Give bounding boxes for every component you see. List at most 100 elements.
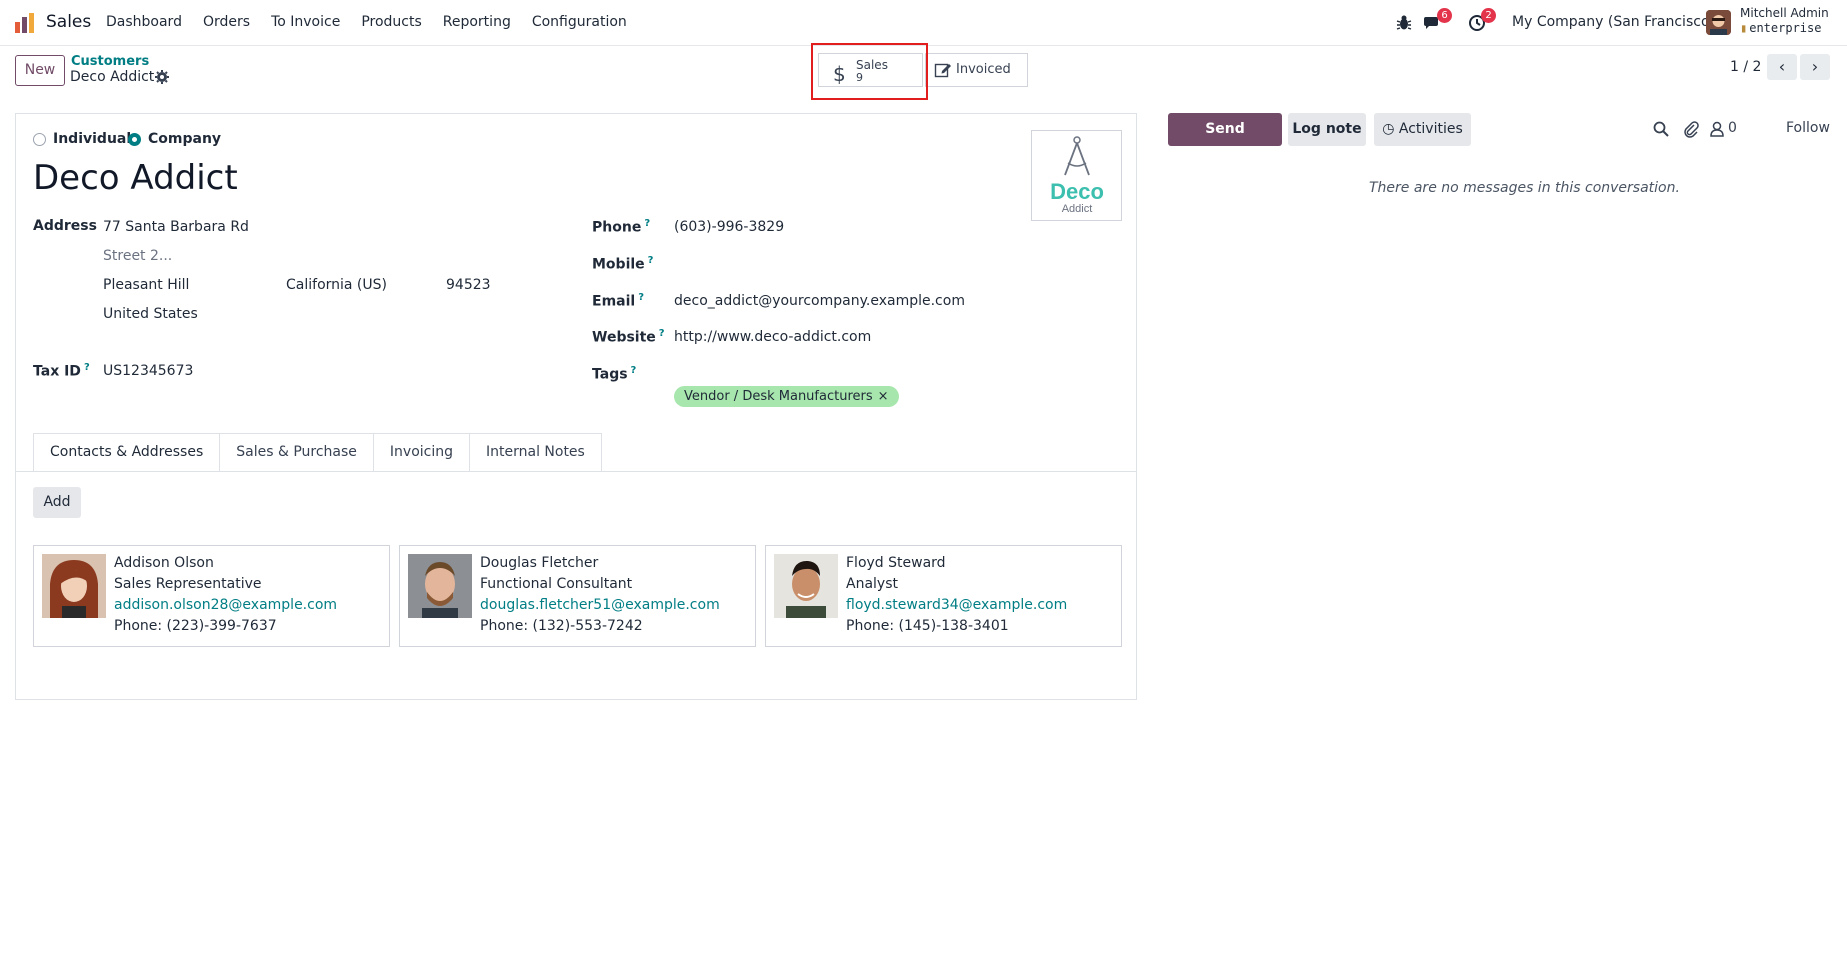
email-label: Email? [592,292,645,310]
svg-text:Addict: Addict [1062,203,1093,215]
form-sheet: Individual Company Deco Addict Deco Addi… [15,113,1137,700]
country-field[interactable]: United States [103,306,198,322]
menu-reporting[interactable]: Reporting [443,14,511,30]
database-icon: ▮ [1740,21,1748,35]
sales-smart-label: Sales [856,58,888,72]
radio-company[interactable] [128,133,141,146]
add-contact-button[interactable]: Add [33,487,81,518]
pager-previous-button[interactable]: ‹ [1767,54,1797,80]
contact-avatar [408,554,472,618]
follow-button[interactable]: Follow [1786,120,1830,136]
breadcrumb-customers[interactable]: Customers [71,54,149,69]
menu-dashboard[interactable]: Dashboard [106,14,182,30]
sales-smart-value: 9 [856,71,863,84]
tax-id-label: Tax ID? [33,362,90,380]
tab-invoicing[interactable]: Invoicing [372,433,470,471]
contact-function: Functional Consultant [480,576,633,592]
tax-id-field[interactable]: US12345673 [103,363,193,379]
city-field[interactable]: Pleasant Hill [103,277,189,293]
user-avatar[interactable] [1706,10,1731,35]
chevron-right-icon: › [1811,57,1819,76]
top-navbar: Sales Dashboard Orders To Invoice Produc… [0,0,1847,46]
empty-conversation-text: There are no messages in this conversati… [1369,180,1680,196]
notebook-tabs: Contacts & Addresses Sales & Purchase In… [33,433,602,471]
partner-name-field[interactable]: Deco Addict [33,158,238,198]
contact-card[interactable]: Addison Olson Sales Representative addis… [33,545,390,647]
contact-email[interactable]: addison.olson28@example.com [114,597,337,613]
tag-badge[interactable]: Vendor / Desk Manufacturers × [674,386,899,407]
menu-configuration[interactable]: Configuration [532,14,627,30]
contact-name: Floyd Steward [846,555,946,571]
contact-email[interactable]: floyd.steward34@example.com [846,597,1067,613]
invoiced-smart-label: Invoiced [956,62,1011,77]
contact-function: Analyst [846,576,898,592]
paperclip-icon[interactable] [1682,120,1700,138]
mobile-label: Mobile? [592,255,654,273]
company-logo[interactable]: Deco Addict [1031,130,1122,221]
messages-tray[interactable]: 6 [1422,8,1452,34]
help-icon[interactable]: ? [644,218,650,229]
contact-phone: Phone: (145)-138-3401 [846,618,1009,634]
tag-remove-icon[interactable]: × [878,389,889,404]
help-icon[interactable]: ? [631,365,637,376]
contact-function: Sales Representative [114,576,262,592]
tab-internal-notes[interactable]: Internal Notes [469,433,602,471]
contact-phone: Phone: (132)-553-7242 [480,618,643,634]
contact-card[interactable]: Douglas Fletcher Functional Consultant d… [399,545,756,647]
menu-products[interactable]: Products [361,14,421,30]
user-icon[interactable] [1708,120,1726,138]
contact-card[interactable]: Floyd Steward Analyst floyd.steward34@ex… [765,545,1122,647]
menu-to-invoice[interactable]: To Invoice [271,14,340,30]
pager-value[interactable]: 1 / 2 [1730,59,1761,75]
sales-app-icon[interactable] [14,12,36,34]
user-name[interactable]: Mitchell Admin [1740,6,1829,20]
database-name: ▮ enterprise [1740,21,1822,35]
gear-icon[interactable] [154,69,170,85]
breadcrumb-current: Deco Addict [70,69,155,85]
radio-individual[interactable] [33,133,46,146]
tab-contacts-addresses[interactable]: Contacts & Addresses [33,433,221,471]
help-icon[interactable]: ? [84,362,90,373]
activities-button[interactable]: ◷ Activities [1374,113,1471,146]
help-icon[interactable]: ? [659,328,665,339]
sales-smart-button[interactable]: $ Sales 9 [818,53,923,87]
contact-email[interactable]: douglas.fletcher51@example.com [480,597,720,613]
state-field[interactable]: California (US) [286,277,387,293]
main-menu: Dashboard Orders To Invoice Products Rep… [106,14,648,30]
messages-badge: 6 [1437,8,1452,23]
help-icon[interactable]: ? [648,255,654,266]
contact-phone: Phone: (223)-399-7637 [114,618,277,634]
zip-field[interactable]: 94523 [446,277,491,293]
invoiced-smart-button[interactable]: Invoiced [925,53,1028,87]
street-field[interactable]: 77 Santa Barbara Rd [103,219,249,235]
contact-avatar [42,554,106,618]
activities-tray[interactable]: 2 [1466,8,1496,34]
bug-icon[interactable] [1393,12,1415,34]
search-icon[interactable] [1652,120,1670,138]
new-button[interactable]: New [15,55,65,86]
tags-label: Tags? [592,365,637,383]
chevron-left-icon: ‹ [1778,57,1786,76]
phone-label: Phone? [592,218,651,236]
app-name[interactable]: Sales [46,12,91,32]
svg-text:Deco: Deco [1050,179,1104,204]
followers-count[interactable]: 0 [1728,120,1737,136]
activities-badge: 2 [1481,8,1496,23]
tabs-divider [16,471,1136,472]
pager-next-button[interactable]: › [1800,54,1830,80]
send-message-button[interactable]: Send message [1168,113,1282,170]
website-label: Website? [592,328,665,346]
company-switcher[interactable]: My Company (San Francisco) [1512,14,1715,30]
radio-company-label[interactable]: Company [148,131,221,147]
log-note-button[interactable]: Log note [1288,113,1366,146]
radio-individual-label[interactable]: Individual [53,131,131,147]
menu-orders[interactable]: Orders [203,14,250,30]
clock-icon: ◷ [1382,121,1399,137]
website-field[interactable]: http://www.deco-addict.com [674,329,871,345]
tab-sales-purchase[interactable]: Sales & Purchase [219,433,374,471]
dollar-icon: $ [833,62,846,86]
email-field[interactable]: deco_addict@yourcompany.example.com [674,293,965,309]
street2-field[interactable]: Street 2... [103,248,172,264]
help-icon[interactable]: ? [638,292,644,303]
phone-field[interactable]: (603)-996-3829 [674,219,784,235]
